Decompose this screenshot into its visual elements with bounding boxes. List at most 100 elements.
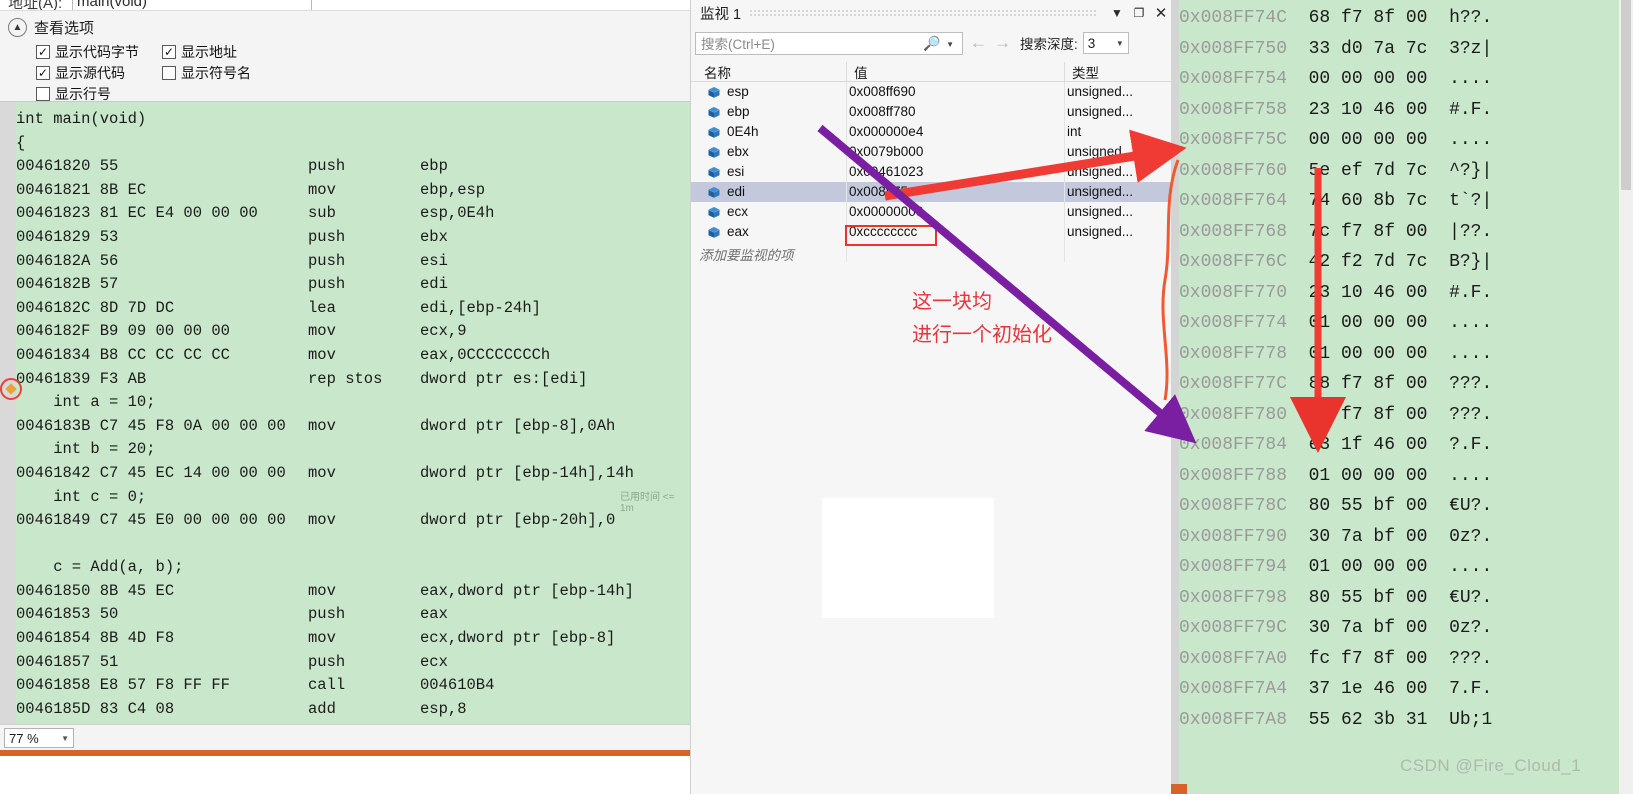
disassembly-gutter[interactable] — [0, 102, 16, 724]
disassembly-line[interactable]: 0046182C 8D 7D DC lea edi,[ebp-24h] — [16, 297, 690, 321]
current-instruction-marker[interactable] — [0, 378, 22, 400]
scrollbar-thumb[interactable] — [1621, 0, 1631, 190]
memory-row[interactable]: 0x008FF7A4 37 1e 46 00 7.F. — [1179, 674, 1633, 705]
memory-row[interactable]: 0x008FF784 e3 1f 46 00 ?.F. — [1179, 430, 1633, 461]
watch-row-value[interactable]: 0x008ff690 — [849, 84, 916, 99]
disassembly-line[interactable]: 00461853 50 push eax — [16, 603, 690, 627]
chevron-down-icon[interactable]: ▼ — [946, 40, 954, 49]
checkbox-checked-icon[interactable]: ✓ — [162, 44, 176, 59]
disassembly-line[interactable]: 00461850 8B 45 EC mov eax,dword ptr [ebp-1… — [16, 580, 690, 604]
checkbox-unchecked-icon[interactable] — [162, 65, 176, 80]
memory-row[interactable]: 0x008FF75C 00 00 00 00 .... — [1179, 125, 1633, 156]
search-input[interactable]: 搜索(Ctrl+E) 🔍 ▼ — [695, 31, 963, 55]
address-input[interactable]: main(void) — [72, 0, 312, 10]
source-line[interactable]: c = Add(a, b); — [16, 556, 690, 580]
chevron-down-icon[interactable]: ▼ — [61, 734, 69, 743]
magnifier-icon[interactable]: 🔍 — [923, 35, 940, 52]
disassembly-line[interactable]: 0046182A 56 push esi — [16, 250, 690, 274]
disassembly-line[interactable]: 00461857 51 push ecx — [16, 651, 690, 675]
watch-row[interactable]: ebx 0x0079b000 unsigned — [691, 142, 1172, 162]
source-line[interactable]: int main(void) — [16, 108, 690, 132]
memory-row[interactable]: 0x008FF750 33 d0 7a 7c 3?z| — [1179, 34, 1633, 65]
watch-row[interactable]: 0E4h 0x000000e4 int — [691, 122, 1172, 142]
restore-icon[interactable]: ❐ — [1128, 2, 1150, 24]
checkbox-unchecked-icon[interactable] — [36, 86, 50, 101]
disassembly-pane[interactable]: int main(void){00461820 55 push ebp 0046182… — [0, 102, 690, 724]
option-show-address[interactable]: ✓ 显示地址 — [162, 42, 237, 62]
memory-row[interactable]: 0x008FF78C 80 55 bf 00 €U?. — [1179, 491, 1633, 522]
disassembly-line[interactable]: 00461829 53 push ebx — [16, 226, 690, 250]
close-icon[interactable]: ✕ — [1150, 2, 1172, 24]
memory-row[interactable]: 0x008FF778 01 00 00 00 .... — [1179, 339, 1633, 370]
arrow-right-icon[interactable]: → — [994, 33, 1011, 53]
memory-row[interactable]: 0x008FF76C 42 f2 7d 7c B?}| — [1179, 247, 1633, 278]
source-line[interactable] — [16, 533, 690, 557]
watch-row-value[interactable]: 0x008ff780 — [849, 104, 916, 119]
zoom-level-combobox[interactable]: 77 % ▼ — [4, 728, 74, 748]
column-header-value[interactable]: 值 — [846, 62, 1064, 81]
memory-row[interactable]: 0x008FF77C 88 f7 8f 00 ???. — [1179, 369, 1633, 400]
watch-row[interactable]: ecx 0x00000009 unsigned... — [691, 202, 1172, 222]
memory-row[interactable]: 0x008FF768 7c f7 8f 00 |??. — [1179, 217, 1633, 248]
watch-row-value[interactable]: 0x00000009 — [849, 204, 923, 219]
watch-row-value[interactable]: 0x00461023 — [849, 164, 923, 179]
option-show-symbol-names[interactable]: 显示符号名 — [162, 63, 251, 83]
memory-row[interactable]: 0x008FF74C 68 f7 8f 00 h??. — [1179, 3, 1633, 34]
add-watch-row[interactable]: 添加要监视的项 — [691, 242, 1172, 263]
source-line[interactable]: int c = 0; — [16, 486, 690, 510]
watch-title-bar[interactable]: 监视 1 ▼ ❐ ✕ — [691, 0, 1172, 26]
disassembly-line[interactable]: 00461849 C7 45 E0 00 00 00 00 mov dword pt… — [16, 509, 690, 533]
disassembly-line[interactable]: 0046182F B9 09 00 00 00 mov ecx,9 — [16, 320, 690, 344]
memory-row[interactable]: 0x008FF774 01 00 00 00 .... — [1179, 308, 1633, 339]
watch-row-value[interactable]: 0x008ff75c — [849, 184, 915, 199]
memory-row[interactable]: 0x008FF790 30 7a bf 00 0z?. — [1179, 522, 1633, 553]
disassembly-line[interactable]: 00461839 F3 AB rep stos dword ptr es:[edi] — [16, 368, 690, 392]
disassembly-line[interactable]: 00461854 8B 4D F8 mov ecx,dword ptr [ebp-8… — [16, 627, 690, 651]
disassembly-line[interactable]: 00461858 E8 57 F8 FF FF call 004610B4 — [16, 674, 690, 698]
memory-row[interactable]: 0x008FF788 01 00 00 00 .... — [1179, 461, 1633, 492]
watch-row[interactable]: ebp 0x008ff780 unsigned... — [691, 102, 1172, 122]
watch-row[interactable]: esp 0x008ff690 unsigned... — [691, 82, 1172, 102]
memory-row[interactable]: 0x008FF798 80 55 bf 00 €U?. — [1179, 583, 1633, 614]
memory-row[interactable]: 0x008FF79C 30 7a bf 00 0z?. — [1179, 613, 1633, 644]
source-line[interactable]: int b = 20; — [16, 438, 690, 462]
memory-row[interactable]: 0x008FF7A8 55 62 3b 31 Ub;1 — [1179, 705, 1633, 736]
memory-row[interactable]: 0x008FF758 23 10 46 00 #.F. — [1179, 95, 1633, 126]
option-show-code-bytes[interactable]: ✓ 显示代码字节 — [36, 42, 154, 62]
checkbox-checked-icon[interactable]: ✓ — [36, 65, 50, 80]
checkbox-checked-icon[interactable]: ✓ — [36, 44, 50, 59]
source-line[interactable]: { — [16, 132, 690, 156]
memory-row[interactable]: 0x008FF794 01 00 00 00 .... — [1179, 552, 1633, 583]
memory-row[interactable]: 0x008FF770 23 10 46 00 #.F. — [1179, 278, 1633, 309]
memory-row[interactable]: 0x008FF780 a0 f7 8f 00 ???. — [1179, 400, 1633, 431]
view-options-header[interactable]: ▲ 查看选项 — [8, 17, 94, 38]
chevron-up-icon[interactable]: ▲ — [8, 18, 27, 37]
column-header-type[interactable]: 类型 — [1064, 62, 1172, 81]
disassembly-line[interactable]: 00461823 81 EC E4 00 00 00 sub esp,0E4h — [16, 202, 690, 226]
disassembly-line[interactable]: 00461821 8B EC mov ebp,esp — [16, 179, 690, 203]
memory-scrollbar[interactable] — [1619, 0, 1633, 794]
watch-row-value[interactable]: 0x0079b000 — [849, 144, 923, 159]
chevron-down-icon[interactable]: ▼ — [1106, 2, 1128, 24]
source-line[interactable]: int a = 10; — [16, 391, 690, 415]
memory-row[interactable]: 0x008FF764 74 60 8b 7c t`?| — [1179, 186, 1633, 217]
chevron-down-icon[interactable]: ▼ — [1116, 39, 1124, 48]
disassembly-line[interactable]: 0046183B C7 45 F8 0A 00 00 00 mov dword pt… — [16, 415, 690, 439]
title-drag-handle[interactable] — [749, 9, 1098, 17]
disassembly-line[interactable]: 0046182B 57 push edi — [16, 273, 690, 297]
watch-row-value[interactable]: 0x000000e4 — [849, 124, 923, 139]
memory-row[interactable]: 0x008FF7A0 fc f7 8f 00 ???. — [1179, 644, 1633, 675]
disassembly-line[interactable]: 00461820 55 push ebp — [16, 155, 690, 179]
memory-row[interactable]: 0x008FF760 5e ef 7d 7c ^?}| — [1179, 156, 1633, 187]
disassembly-line[interactable]: 00461842 C7 45 EC 14 00 00 00 mov dword pt… — [16, 462, 690, 486]
search-depth-combobox[interactable]: 3 ▼ — [1082, 32, 1129, 54]
column-header-name[interactable]: 名称 — [691, 62, 846, 81]
memory-dump-pane[interactable]: 0x008FF74C 68 f7 8f 00 h??. 0x008FF750 33… — [1171, 0, 1633, 794]
watch-row[interactable]: esi 0x00461023 unsigned... — [691, 162, 1172, 182]
disassembly-line[interactable]: 00461834 B8 CC CC CC CC mov eax,0CCCCCCCCh — [16, 344, 690, 368]
memory-row[interactable]: 0x008FF754 00 00 00 00 .... — [1179, 64, 1633, 95]
watch-row-value[interactable]: 0xcccccccc — [849, 224, 917, 239]
disassembly-line[interactable]: 0046185D 83 C4 08 add esp,8 — [16, 698, 690, 722]
option-show-source-code[interactable]: ✓ 显示源代码 — [36, 63, 154, 83]
option-show-line-numbers[interactable]: 显示行号 — [36, 84, 111, 104]
